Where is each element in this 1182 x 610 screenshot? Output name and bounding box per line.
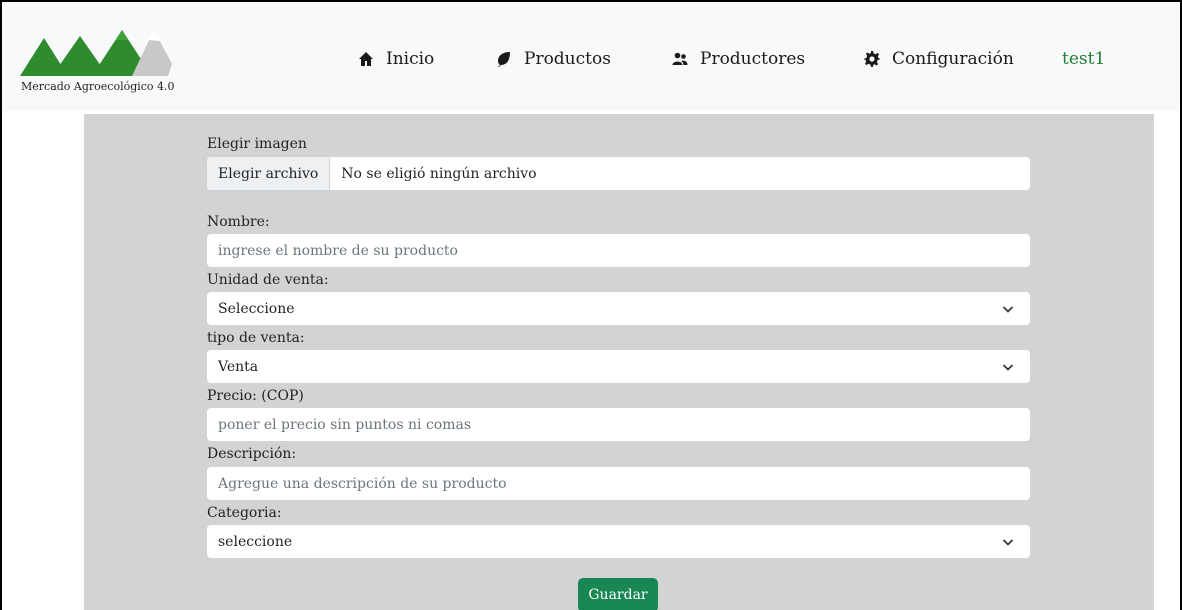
leaf-icon [498, 52, 510, 67]
chevron-down-icon [1002, 364, 1014, 371]
nav-inicio-label: Inicio [386, 49, 435, 69]
name-label: Nombre: [207, 214, 270, 230]
nav-configuracion[interactable]: Configuración [864, 46, 1014, 72]
description-input[interactable]: Agregue una descripción de su producto [206, 466, 1031, 501]
nav-configuracion-label: Configuración [892, 49, 1014, 69]
unit-select[interactable]: Seleccione [206, 291, 1031, 326]
nav-productores[interactable]: Productores [672, 46, 805, 72]
price-label: Precio: (COP) [207, 388, 304, 404]
image-file-input[interactable]: Elegir archivo No se eligió ningún archi… [206, 156, 1031, 191]
name-placeholder: ingrese el nombre de su producto [218, 242, 458, 259]
chevron-down-icon [1002, 539, 1014, 546]
choose-file-button[interactable]: Elegir archivo [207, 157, 331, 190]
users-icon [672, 52, 688, 65]
category-select[interactable]: seleccione [206, 524, 1031, 559]
file-status: No se eligió ningún archivo [341, 165, 537, 182]
unit-label: Unidad de venta: [207, 272, 329, 288]
description-label: Descripción: [207, 446, 297, 462]
nav-productores-label: Productores [700, 49, 806, 69]
name-input[interactable]: ingrese el nombre de su producto [206, 233, 1031, 268]
description-placeholder: Agregue una descripción de su producto [218, 475, 507, 492]
brand-logo[interactable]: Mercado Agroecológico 4.0 [18, 24, 178, 104]
sale-type-select[interactable]: Venta [206, 349, 1031, 384]
gear-icon [864, 51, 880, 67]
nav-user[interactable]: test1 [1062, 49, 1105, 69]
nav-productos-label: Productos [524, 49, 611, 69]
nav-inicio[interactable]: Inicio [358, 46, 434, 72]
category-selected-value: seleccione [218, 533, 293, 550]
home-icon [359, 52, 373, 66]
chevron-down-icon [1002, 306, 1014, 313]
mountains-logo-icon [20, 30, 172, 76]
navbar: Mercado Agroecológico 4.0 Inicio Product… [2, 2, 1180, 111]
sale-type-label: tipo de venta: [207, 330, 305, 346]
unit-selected-value: Seleccione [218, 300, 295, 317]
sale-type-selected-value: Venta [218, 358, 259, 375]
price-placeholder: poner el precio sin puntos ni comas [218, 416, 472, 433]
price-input[interactable]: poner el precio sin puntos ni comas [206, 407, 1031, 442]
nav-productos[interactable]: Productos [496, 46, 611, 72]
brand-name: Mercado Agroecológico 4.0 [21, 80, 175, 93]
category-label: Categoria: [207, 505, 282, 521]
save-button[interactable]: Guardar [578, 578, 658, 610]
image-label: Elegir imagen [207, 136, 307, 152]
